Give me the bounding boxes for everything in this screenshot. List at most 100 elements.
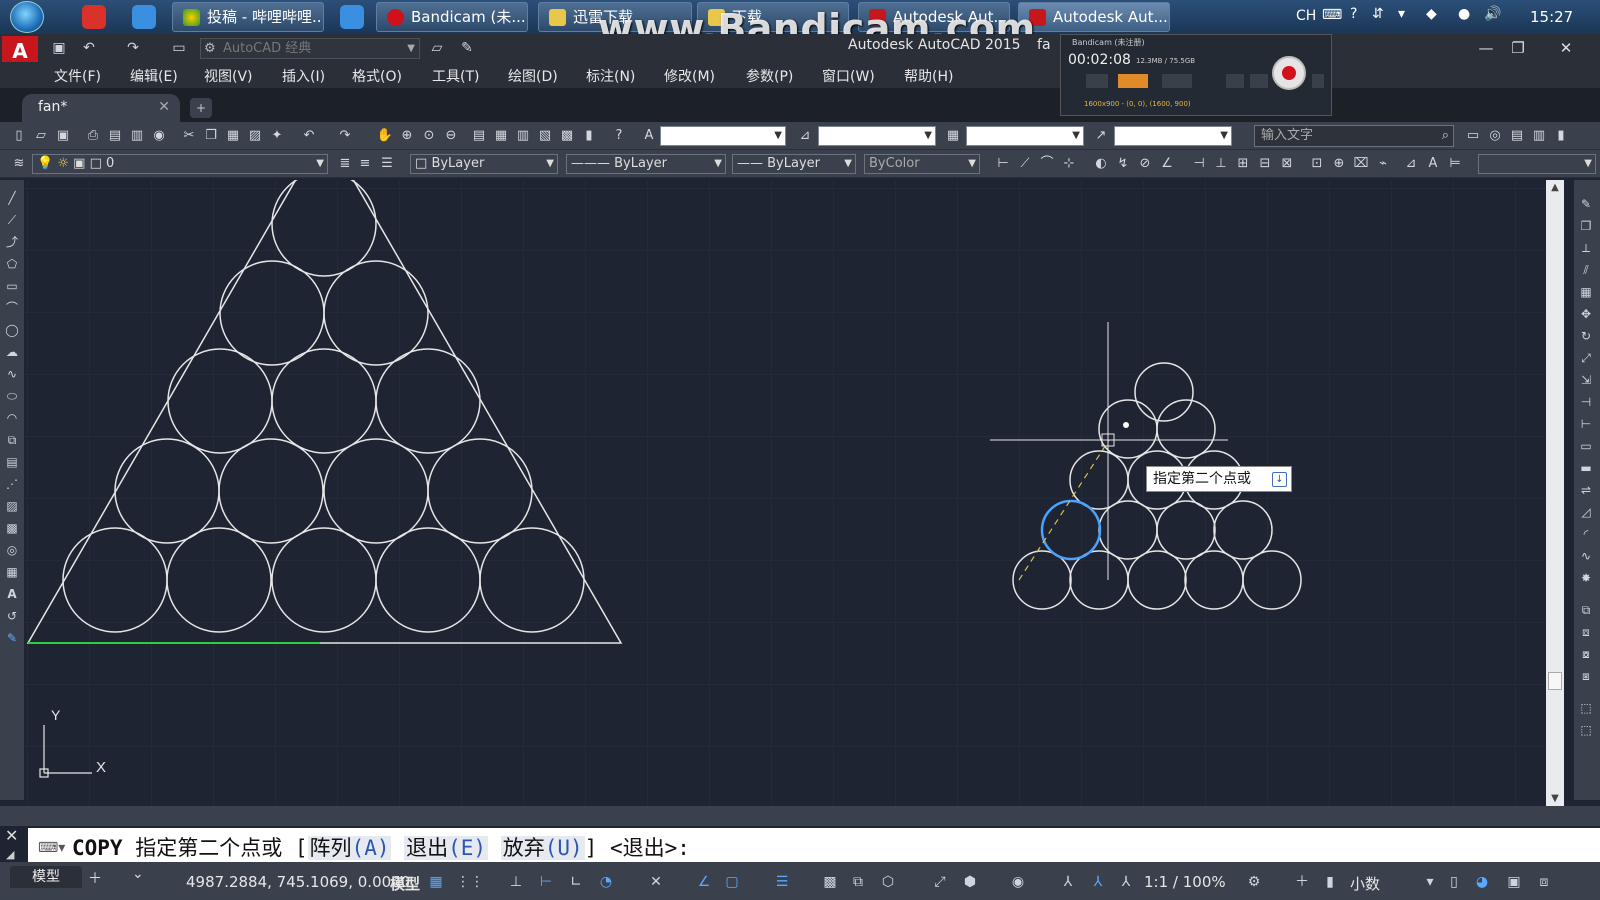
rotate-tool-icon[interactable]: ↻ — [1578, 328, 1594, 344]
more-icon[interactable]: ▮ — [1552, 127, 1570, 145]
pause-icon[interactable] — [1312, 74, 1324, 88]
scroll-up-icon[interactable]: ▲ — [1546, 182, 1564, 193]
close-button[interactable]: ✕ — [1552, 38, 1580, 58]
clean-screen-icon[interactable]: ⧈ — [1536, 874, 1552, 890]
isolate-objects-icon[interactable]: ◕ — [1474, 874, 1490, 890]
tab-model[interactable]: 模型 — [10, 866, 82, 888]
workspace-selector[interactable]: ⚙ AutoCAD 经典 ▼ — [200, 38, 420, 59]
copy-icon[interactable]: ❐ — [202, 127, 220, 145]
browser-pin-icon[interactable] — [132, 5, 156, 29]
quick-props-icon[interactable]: ▯ — [1446, 874, 1462, 890]
layer-state-icon[interactable]: ☰ — [378, 155, 396, 173]
calculator-icon[interactable]: ▮ — [580, 127, 598, 145]
auto-scale-icon[interactable]: ⅄ — [1090, 874, 1106, 890]
polygon-tool-icon[interactable]: ⬠ — [4, 256, 20, 272]
app-pin-icon[interactable] — [340, 5, 364, 29]
vertical-scrollbar[interactable]: ▲ ▼ — [1546, 180, 1564, 806]
menu-draw[interactable]: 绘图(D) — [508, 66, 558, 86]
polar-tracking-icon[interactable]: ◔ — [598, 874, 614, 890]
help-icon[interactable]: ? — [1350, 6, 1357, 22]
arc-length-icon[interactable]: ⌒ — [1038, 155, 1056, 173]
erase-tool-icon[interactable]: ✎ — [1578, 196, 1594, 212]
spline-tool-icon[interactable]: ∿ — [4, 366, 20, 382]
publish-icon[interactable]: ◉ — [150, 127, 168, 145]
menu-format[interactable]: 格式(O) — [352, 66, 402, 86]
game-mode-icon[interactable] — [1086, 74, 1108, 88]
ortho-icon[interactable]: ∟ — [568, 874, 584, 890]
option-array[interactable]: 阵列(A) — [307, 836, 392, 860]
units-value[interactable]: 小数 — [1350, 873, 1380, 894]
folder-open-icon[interactable]: ▱ — [428, 39, 446, 57]
scale-tool-icon[interactable]: ⤢ — [1578, 350, 1594, 366]
workspace-icon[interactable]: ▤ — [1508, 127, 1526, 145]
pan-icon[interactable]: ✋ — [376, 127, 394, 145]
quick-dim-icon[interactable]: ⊣ — [1190, 155, 1208, 173]
hatch-tool-icon[interactable]: ▨ — [4, 498, 20, 514]
send-back-icon[interactable]: ⧇ — [1578, 646, 1594, 662]
region-tool-icon[interactable]: ◎ — [4, 542, 20, 558]
layer-manager-icon[interactable]: ≋ — [10, 155, 28, 173]
mtext-tool-icon[interactable]: A — [4, 586, 20, 602]
dim-style-icon[interactable]: ⊿ — [796, 127, 814, 145]
taskbar-item-autocad-2[interactable]: Autodesk Aut... — [1018, 2, 1170, 32]
keyboard-icon[interactable]: ⌨ — [1322, 7, 1342, 23]
extend-tool-icon[interactable]: ⊢ — [1578, 416, 1594, 432]
circle-tool-icon[interactable]: ◯ — [4, 322, 20, 338]
layout-icon[interactable]: ▭ — [1464, 127, 1482, 145]
device-mode-icon[interactable] — [1162, 74, 1192, 88]
center-mark-icon[interactable]: ⊕ — [1330, 155, 1348, 173]
cursor-coordinates[interactable]: 4987.2884, 745.1069, 0.0000 — [186, 873, 410, 891]
menu-dimension[interactable]: 标注(N) — [586, 66, 635, 86]
layer-previous-icon[interactable]: ≡ — [356, 155, 374, 173]
open-icon[interactable]: ▭ — [170, 39, 188, 57]
menu-insert[interactable]: 插入(I) — [282, 66, 325, 86]
chamfer-tool-icon[interactable]: ◿ — [1578, 504, 1594, 520]
tool-palettes-icon[interactable]: ▥ — [514, 127, 532, 145]
group-icon[interactable]: ⬚ — [1578, 700, 1594, 716]
paste-icon[interactable]: ▦ — [224, 127, 242, 145]
menu-window[interactable]: 窗口(W) — [822, 66, 875, 86]
menu-tools[interactable]: 工具(T) — [432, 66, 479, 86]
draw-order-icon[interactable]: ⧉ — [1578, 602, 1594, 618]
matchprop-icon[interactable]: ▨ — [246, 127, 264, 145]
layer-dropdown[interactable]: 💡 ☼ ▣ □ 0 ▼ — [32, 154, 328, 174]
network-icon[interactable]: ⇵ — [1372, 6, 1384, 22]
array-tool-icon[interactable]: ▦ — [1578, 284, 1594, 300]
design-center-icon[interactable]: ▦ — [492, 127, 510, 145]
insert-block-icon[interactable]: ⧉ — [4, 432, 20, 448]
jogged-icon[interactable]: ↯ — [1114, 155, 1132, 173]
selection-filter-icon[interactable]: ⬢ — [962, 874, 978, 890]
infer-constraints-icon[interactable]: ⊥ — [508, 874, 524, 890]
dim-edit-icon[interactable]: ⊿ — [1402, 155, 1420, 173]
annotation-scale-value[interactable]: 1:1 / 100% — [1144, 873, 1226, 891]
new-icon[interactable]: ▯ — [10, 127, 28, 145]
weibo-pin-icon[interactable] — [82, 5, 106, 29]
properties-icon[interactable]: ▤ — [470, 127, 488, 145]
isometric-icon[interactable]: ✕ — [648, 874, 664, 890]
rectangle-tool-icon[interactable]: ▭ — [4, 278, 20, 294]
multileader-style-icon[interactable]: ↗ — [1092, 127, 1110, 145]
new-tab-button[interactable]: + — [190, 98, 212, 118]
ellipse-tool-icon[interactable]: ⬭ — [4, 388, 20, 404]
object-snap-tracking-icon[interactable]: ∠ — [696, 874, 712, 890]
drag-handle-icon[interactable]: ✎ — [4, 630, 20, 646]
move-tool-icon[interactable]: ✥ — [1578, 306, 1594, 322]
break-tool-icon[interactable]: ▬ — [1578, 460, 1594, 476]
continue-icon[interactable]: ⊞ — [1234, 155, 1252, 173]
taskbar-item-bandicam[interactable]: Bandicam (未... — [376, 2, 528, 32]
dim-break-icon[interactable]: ⊠ — [1278, 155, 1296, 173]
jogged-linear-icon[interactable]: ⌁ — [1374, 155, 1392, 173]
join-tool-icon[interactable]: ⇌ — [1578, 482, 1594, 498]
dim-update-icon[interactable]: ⊨ — [1446, 155, 1464, 173]
dim-text-edit-icon[interactable]: A — [1424, 155, 1442, 173]
zoom-realtime-icon[interactable]: ⊕ — [398, 127, 416, 145]
qq-icon[interactable]: ● — [1458, 6, 1470, 22]
viewport-icon[interactable]: ◎ — [1486, 127, 1504, 145]
minimize-button[interactable]: — — [1472, 38, 1500, 58]
text-style-icon[interactable]: A — [640, 127, 658, 145]
option-exit[interactable]: 退出(E) — [404, 836, 489, 860]
markup-icon[interactable]: ▩ — [558, 127, 576, 145]
sheet-icon[interactable]: ▥ — [1530, 127, 1548, 145]
zoom-previous-icon[interactable]: ⊖ — [442, 127, 460, 145]
grid-icon[interactable]: ▦ — [428, 874, 444, 890]
